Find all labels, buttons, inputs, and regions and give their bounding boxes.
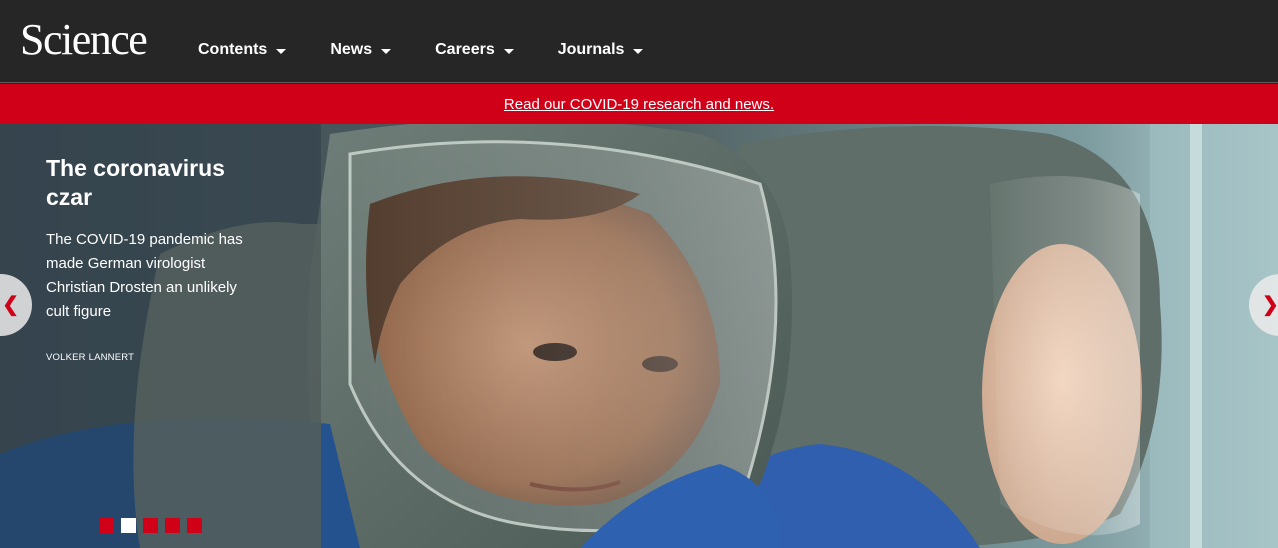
main-nav: Contents News Careers Journals	[198, 38, 687, 62]
nav-news[interactable]: News	[330, 38, 392, 62]
carousel-dot[interactable]	[143, 518, 158, 533]
caret-down-icon	[503, 48, 514, 54]
nav-journals[interactable]: Journals	[558, 38, 644, 62]
carousel-indicators	[99, 518, 209, 533]
nav-label: News	[330, 41, 373, 58]
carousel-dot[interactable]	[165, 518, 180, 533]
carousel-dot[interactable]	[99, 518, 114, 533]
photo-credit: VOLKER LANNERT	[46, 352, 135, 363]
science-logo[interactable]: Science	[20, 14, 148, 66]
carousel-dot[interactable]	[121, 518, 136, 533]
nav-careers[interactable]: Careers	[435, 38, 514, 62]
carousel-dot[interactable]	[187, 518, 202, 533]
nav-contents[interactable]: Contents	[198, 38, 287, 62]
nav-label: Careers	[435, 41, 495, 58]
chevron-left-icon: ❮	[2, 294, 19, 316]
caret-down-icon	[633, 48, 644, 54]
caret-down-icon	[276, 48, 287, 54]
nav-label: Journals	[557, 41, 625, 58]
covid-alert-banner: Read our COVID-19 research and news.	[0, 84, 1278, 124]
chevron-right-icon: ❯	[1262, 294, 1278, 316]
nav-label: Contents	[198, 41, 268, 58]
slide-summary: The COVID-19 pandemic has made German vi…	[46, 231, 243, 320]
slide-headline[interactable]: The coronavirus czar	[46, 154, 246, 212]
covid-research-link[interactable]: Read our COVID-19 research and news.	[504, 96, 774, 113]
featured-carousel: The coronavirus czar The COVID-19 pandem…	[0, 124, 1278, 548]
caret-down-icon	[381, 48, 392, 54]
slide-caption: The coronavirus czar The COVID-19 pandem…	[0, 124, 321, 548]
site-header: Science Contents News Careers Journals	[0, 0, 1278, 83]
